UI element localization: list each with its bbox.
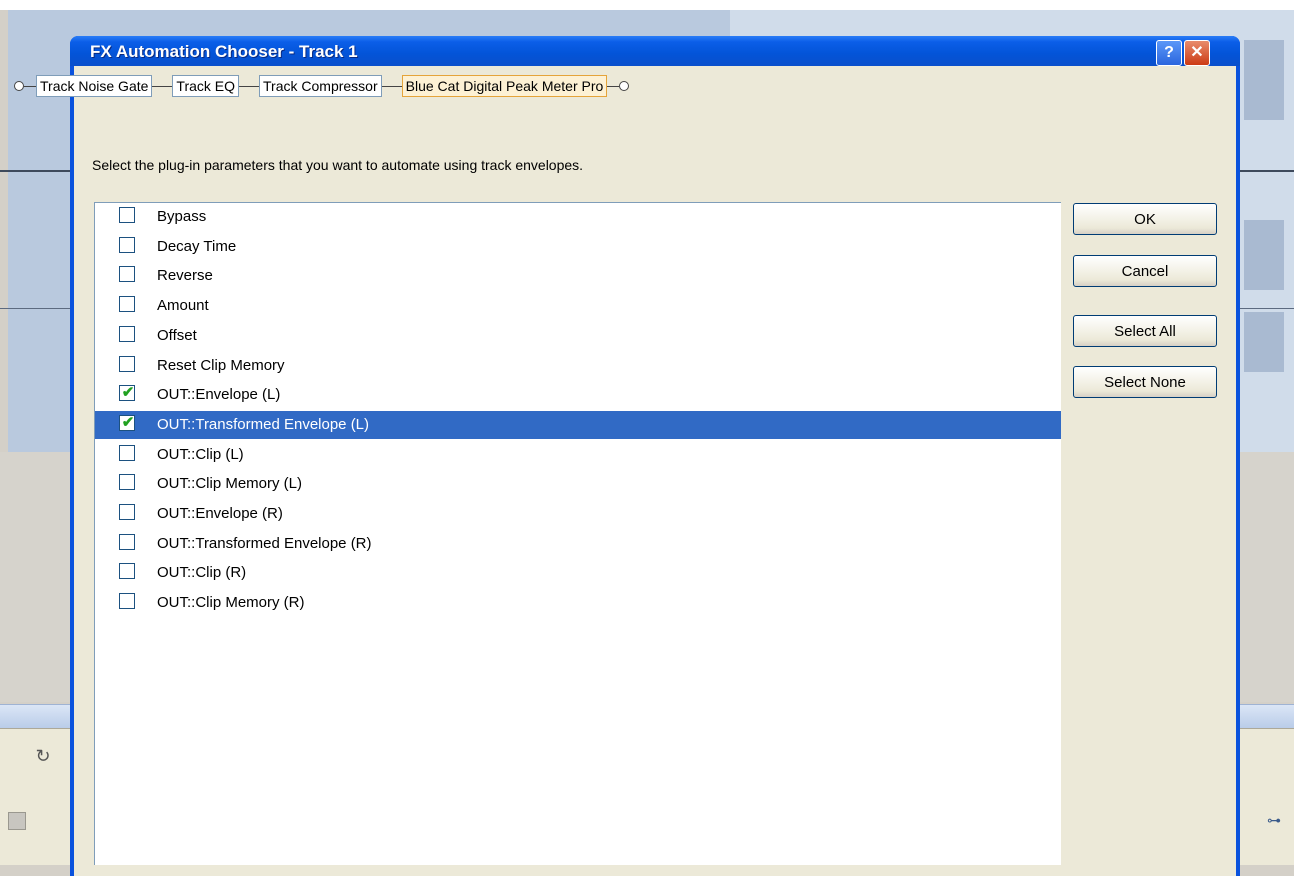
checkmark-icon: ✔ — [121, 384, 135, 402]
parameter-label: Bypass — [157, 208, 207, 225]
plugin-chain-node[interactable]: Track Noise Gate — [36, 75, 153, 97]
chain-connector — [152, 85, 173, 87]
parameter-label: OUT::Clip (R) — [157, 564, 247, 582]
parameter-row[interactable]: OUT::Clip Memory (L) — [95, 470, 1061, 498]
parameter-checkbox[interactable] — [119, 236, 135, 253]
parameter-label: OUT::Envelope (L) — [157, 386, 281, 404]
parameter-checkbox[interactable] — [119, 325, 135, 342]
parameter-row[interactable]: OUT::Envelope (R) — [95, 500, 1061, 528]
dialog-title: FX Automation Chooser - Track 1 — [90, 42, 358, 61]
parameter-row[interactable]: Amount — [95, 292, 1061, 320]
parameter-label: Reset Clip Memory — [157, 356, 285, 374]
cancel-button[interactable]: Cancel — [1073, 255, 1217, 287]
instruction-text: Select the plug-in parameters that you w… — [92, 157, 584, 173]
close-button[interactable]: ✕ — [1184, 40, 1210, 66]
parameter-row[interactable]: Decay Time — [95, 233, 1061, 261]
chain-connector — [239, 85, 260, 87]
parameter-checkbox[interactable] — [119, 593, 135, 610]
parameter-label: Reverse — [157, 267, 213, 285]
parameter-checkbox[interactable] — [119, 474, 135, 491]
select-none-button[interactable]: Select None — [1073, 366, 1217, 398]
parameter-label: OUT::Clip Memory (R) — [157, 594, 305, 612]
chain-start-node — [14, 81, 24, 91]
waveform — [1244, 312, 1284, 372]
plugin-chain-node[interactable]: Track EQ — [172, 75, 240, 97]
parameter-row[interactable]: ✔ OUT::Transformed Envelope (L) — [95, 410, 1061, 439]
chain-connector — [607, 85, 620, 87]
plugin-chain-node[interactable]: Track Compressor — [259, 75, 382, 97]
plugin-chain: Track Noise Gate Track EQ Track Compressor… — [14, 74, 630, 98]
chain-end-node — [619, 81, 630, 91]
waveform — [1244, 220, 1284, 290]
title-bar[interactable]: FX Automation Chooser - Track 1 ? ✕ — [70, 36, 1240, 66]
parameter-checkbox[interactable] — [119, 207, 135, 223]
chain-connector — [381, 85, 402, 87]
help-button[interactable]: ? — [1156, 40, 1182, 66]
parameter-row[interactable]: Reverse — [95, 262, 1061, 290]
parameter-row[interactable]: Reset Clip Memory — [95, 352, 1061, 380]
parameter-label: Amount — [157, 297, 209, 315]
slider-handle-icon[interactable]: ⊶ — [1266, 812, 1282, 832]
stop-icon[interactable] — [8, 812, 26, 830]
parameter-checkbox[interactable] — [119, 444, 135, 461]
parameter-checkbox[interactable] — [119, 355, 135, 372]
parameter-checkbox[interactable] — [119, 533, 135, 550]
parameter-checkbox[interactable] — [119, 563, 135, 580]
parameter-row[interactable]: ✔ OUT::Envelope (L) — [95, 381, 1061, 409]
ok-button[interactable]: OK — [1073, 203, 1217, 235]
parameter-list[interactable]: Bypass Decay Time Reverse Amount Offset Reset… — [94, 202, 1061, 865]
waveform — [1244, 40, 1284, 120]
parameter-row[interactable]: OUT::Clip (L) — [95, 441, 1061, 469]
plugin-chain-node[interactable]: Blue Cat Digital Peak Meter Pro — [401, 75, 608, 97]
parameter-label: Decay Time — [157, 237, 237, 255]
parameter-label: OUT::Clip Memory (L) — [157, 475, 303, 493]
refresh-icon[interactable]: ↻ — [32, 745, 54, 767]
parameter-row[interactable]: Offset — [95, 322, 1061, 350]
parameter-label: Offset — [157, 326, 197, 344]
parameter-label: OUT::Envelope (R) — [157, 505, 283, 522]
parameter-checkbox[interactable] — [119, 296, 135, 313]
parameter-row[interactable]: OUT::Clip Memory (R) — [95, 589, 1061, 617]
parameter-checkbox[interactable]: ✔ — [119, 384, 135, 402]
parameter-checkbox[interactable] — [119, 504, 135, 520]
parameter-label: OUT::Transformed Envelope (L) — [157, 415, 370, 433]
parameter-row[interactable]: OUT::Transformed Envelope (R) — [95, 530, 1061, 558]
parameter-row[interactable]: Bypass — [95, 203, 1061, 231]
parameter-checkbox[interactable] — [119, 266, 135, 283]
parameter-checkbox[interactable]: ✔ — [119, 413, 135, 431]
checkmark-icon: ✔ — [121, 413, 135, 431]
parameter-label: OUT::Clip (L) — [157, 445, 244, 463]
parameter-row[interactable]: OUT::Clip (R) — [95, 559, 1061, 587]
select-all-button[interactable]: Select All — [1073, 315, 1217, 347]
parameter-label: OUT::Transformed Envelope (R) — [157, 534, 372, 552]
chain-connector — [24, 85, 36, 87]
